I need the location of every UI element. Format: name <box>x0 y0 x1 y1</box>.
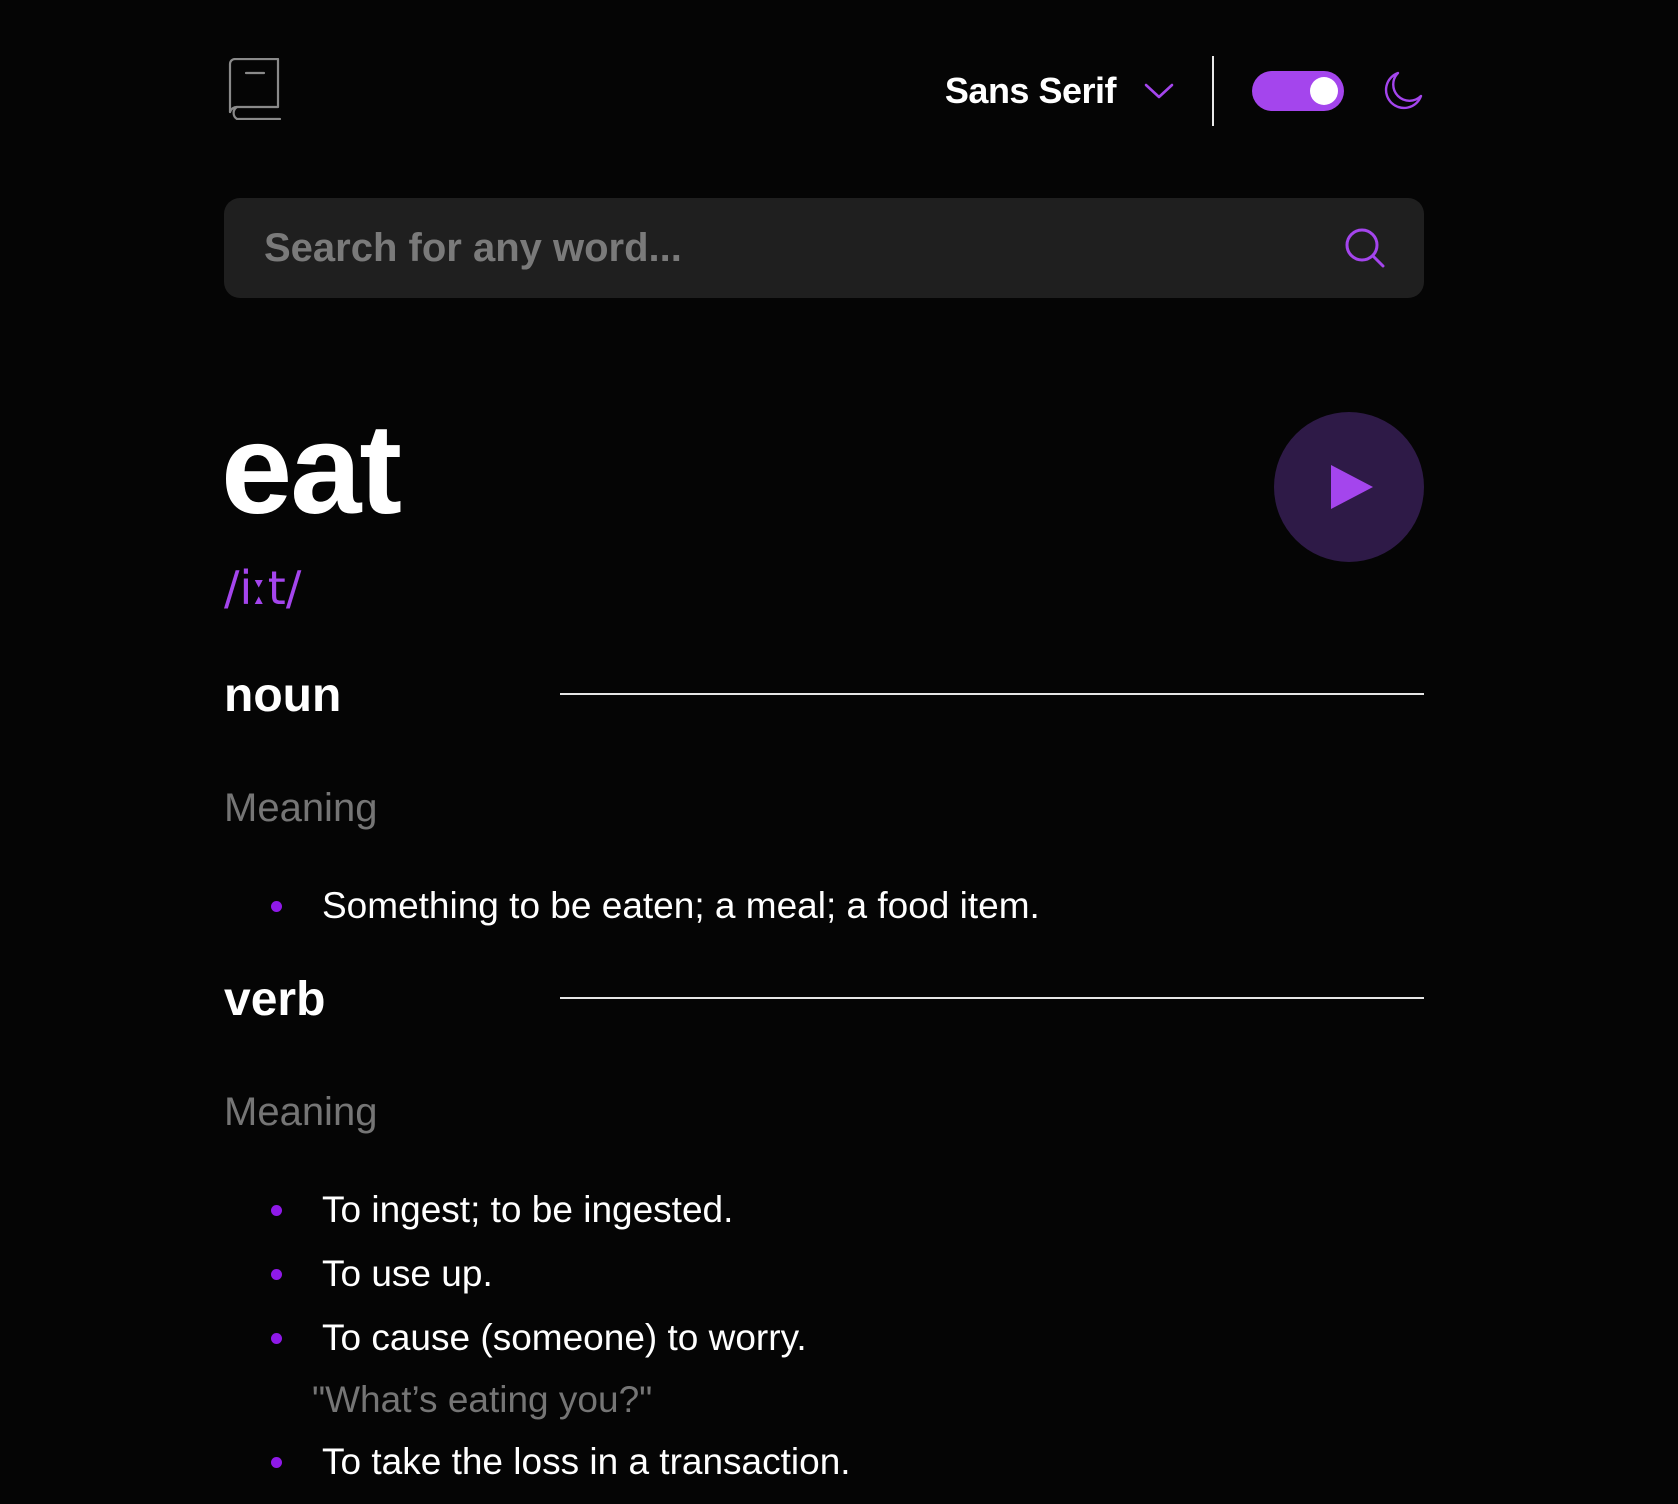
bullet <box>271 901 282 912</box>
definition-item: Something to be eaten; a meal; a food it… <box>224 874 1424 938</box>
word-heading: eat <box>221 398 402 541</box>
search-input[interactable] <box>264 198 1324 298</box>
moon-icon[interactable] <box>1382 70 1424 112</box>
section-divider <box>560 997 1424 999</box>
part-of-speech-verb: verb <box>224 970 1424 1030</box>
definition-list-verb: To ingest; to be ingested. To use up. To… <box>224 1178 1424 1370</box>
definition-item: To use up. <box>224 1242 1424 1306</box>
bullet <box>271 1457 282 1468</box>
bullet <box>271 1333 282 1344</box>
header-divider <box>1212 56 1214 126</box>
definition-item: To ingest; to be ingested. <box>224 1178 1424 1242</box>
font-selector[interactable]: Sans Serif <box>945 70 1174 112</box>
play-pronunciation-button[interactable] <box>1274 412 1424 562</box>
search-bar <box>224 198 1424 298</box>
definition-text: To ingest; to be ingested. <box>322 1189 734 1230</box>
theme-toggle-knob <box>1310 77 1338 105</box>
definition-text: Something to be eaten; a meal; a food it… <box>322 885 1040 926</box>
definition-item: To cause (someone) to worry. <box>224 1306 1424 1370</box>
header: Sans Serif <box>224 56 1424 126</box>
bullet <box>271 1269 282 1280</box>
book-icon[interactable] <box>228 58 284 120</box>
bullet <box>271 1205 282 1216</box>
definition-list-noun: Something to be eaten; a meal; a food it… <box>224 874 1424 938</box>
play-icon <box>1331 465 1373 509</box>
part-of-speech-label: verb <box>224 973 326 1026</box>
search-icon[interactable] <box>1344 227 1386 269</box>
phonetic-text: /iːt/ <box>224 561 302 615</box>
dictionary-app: Sans Serif eat /iːt/ noun <box>221 0 1424 1504</box>
header-controls: Sans Serif <box>945 56 1424 126</box>
definition-example: "What’s eating you?" <box>312 1379 653 1420</box>
definition-list-verb-continued: To take the loss in a transaction. <box>224 1430 1424 1494</box>
chevron-down-icon[interactable] <box>1144 81 1174 101</box>
definition-item: To take the loss in a transaction. <box>224 1430 1424 1494</box>
font-selector-label[interactable]: Sans Serif <box>945 70 1117 112</box>
part-of-speech-label: noun <box>224 669 342 722</box>
part-of-speech-noun: noun <box>224 666 1424 726</box>
meaning-label: Meaning <box>224 1090 378 1134</box>
definition-text: To cause (someone) to worry. <box>322 1317 807 1358</box>
theme-toggle[interactable] <box>1252 71 1344 111</box>
definition-text: To take the loss in a transaction. <box>322 1441 851 1482</box>
meaning-label: Meaning <box>224 786 378 830</box>
definition-text: To use up. <box>322 1253 493 1294</box>
section-divider <box>560 693 1424 695</box>
